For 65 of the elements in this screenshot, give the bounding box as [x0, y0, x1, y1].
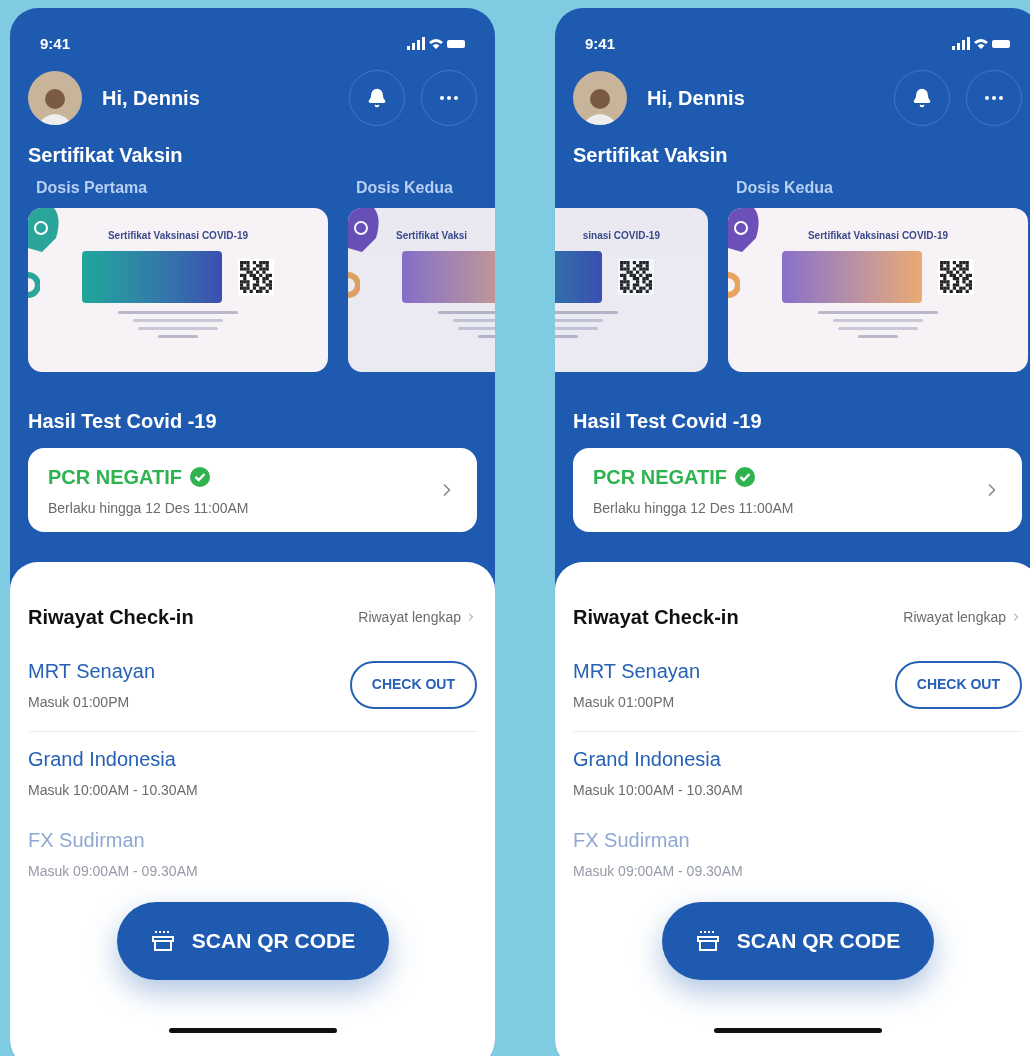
more-icon: [985, 96, 1003, 100]
checkin-time: Masuk 01:00PM: [28, 693, 131, 712]
scan-icon: [149, 930, 176, 952]
place-name: FX Sudirman: [28, 828, 146, 853]
place-name: FX Sudirman: [573, 828, 691, 853]
place-name: Grand Indonesia: [28, 747, 177, 772]
scan-qr-button[interactable]: SCAN QR CODE: [661, 902, 934, 980]
certificate-title: sinasi COVID-19: [582, 229, 660, 243]
section-title: Riwayat Check-in: [573, 605, 739, 630]
certificate-card[interactable]: sinasi COVID-19: [555, 208, 708, 372]
status-time: 9:41: [585, 33, 616, 54]
avatar[interactable]: [28, 71, 82, 125]
checkin-time: Masuk 10:00AM - 10.30AM: [573, 781, 743, 800]
test-status: PCR NEGATIF: [48, 464, 183, 490]
status-time: 9:41: [40, 33, 71, 54]
place-name: Grand Indonesia: [573, 747, 722, 772]
certificate-title: Sertifikat Vaksi: [396, 229, 468, 243]
full-history-link[interactable]: Riwayat lengkap: [903, 606, 1022, 628]
ring-decoration-icon: [348, 272, 360, 298]
certificate-title: Sertifikat Vaksinasi COVID-19: [807, 229, 949, 243]
qr-code-icon: [938, 259, 974, 295]
certificate-card[interactable]: Sertifikat Vaksinasi COVID-19: [728, 208, 1028, 372]
certificate-title: Sertifikat Vaksinasi COVID-19: [107, 229, 249, 243]
bell-icon: [912, 88, 932, 108]
place-name: MRT Senayan: [28, 659, 156, 684]
dose-label: Dosis Kedua: [356, 179, 453, 196]
ring-decoration-icon: [728, 272, 740, 298]
check-circle-icon: [735, 466, 756, 487]
test-result-card[interactable]: PCR NEGATIF Berlaku hingga 12 Des 11:00AM: [28, 448, 477, 532]
check-out-button[interactable]: CHECK OUT: [349, 660, 477, 709]
certificate-card[interactable]: Sertifikat Vaksi: [348, 208, 495, 372]
place-name: MRT Senayan: [573, 659, 701, 684]
full-history-link[interactable]: Riwayat lengkap: [358, 606, 477, 628]
test-status: PCR NEGATIF: [593, 464, 728, 490]
qr-code-icon: [238, 259, 274, 295]
bell-icon: [367, 88, 387, 108]
check-circle-icon: [190, 466, 211, 487]
status-icons-drawing: [407, 37, 465, 51]
certificate-text-line: [858, 335, 898, 338]
qr-code-icon: [618, 259, 654, 295]
section-title: Sertifikat Vaksin: [573, 144, 728, 166]
checkin-time: Masuk 10:00AM - 10.30AM: [28, 781, 198, 800]
test-validity: Berlaku hingga 12 Des 11:00AM: [48, 498, 249, 518]
section-title: Riwayat Check-in: [28, 605, 194, 630]
dose-label: Dosis Kedua: [736, 179, 833, 196]
section-title: Sertifikat Vaksin: [28, 144, 183, 166]
checkin-time: Masuk 09:00AM - 09.30AM: [573, 862, 743, 881]
scan-qr-button[interactable]: SCAN QR CODE: [116, 902, 389, 980]
greeting: Hi, Dennis: [102, 86, 200, 111]
status-icons-drawing: [952, 37, 1010, 51]
section-title: Hasil Test Covid -19: [573, 410, 762, 432]
certificate-card[interactable]: Sertifikat Vaksinasi COVID-19: [28, 208, 328, 372]
certificate-text-line: [158, 335, 198, 338]
dose-label: Dosis Pertama: [36, 179, 148, 196]
check-out-button[interactable]: CHECK OUT: [894, 660, 1022, 709]
more-icon: [440, 96, 458, 100]
section-title: Hasil Test Covid -19: [28, 410, 217, 432]
scan-icon: [694, 930, 721, 952]
checkin-time: Masuk 01:00PM: [573, 693, 676, 712]
test-validity: Berlaku hingga 12 Des 11:00AM: [593, 498, 794, 518]
greeting: Hi, Dennis: [647, 86, 745, 111]
ring-decoration-icon: [28, 272, 40, 298]
checkin-time: Masuk 09:00AM - 09.30AM: [28, 862, 198, 881]
test-result-card[interactable]: PCR NEGATIF Berlaku hingga 12 Des 11:00AM: [573, 448, 1022, 532]
avatar[interactable]: [573, 71, 627, 125]
